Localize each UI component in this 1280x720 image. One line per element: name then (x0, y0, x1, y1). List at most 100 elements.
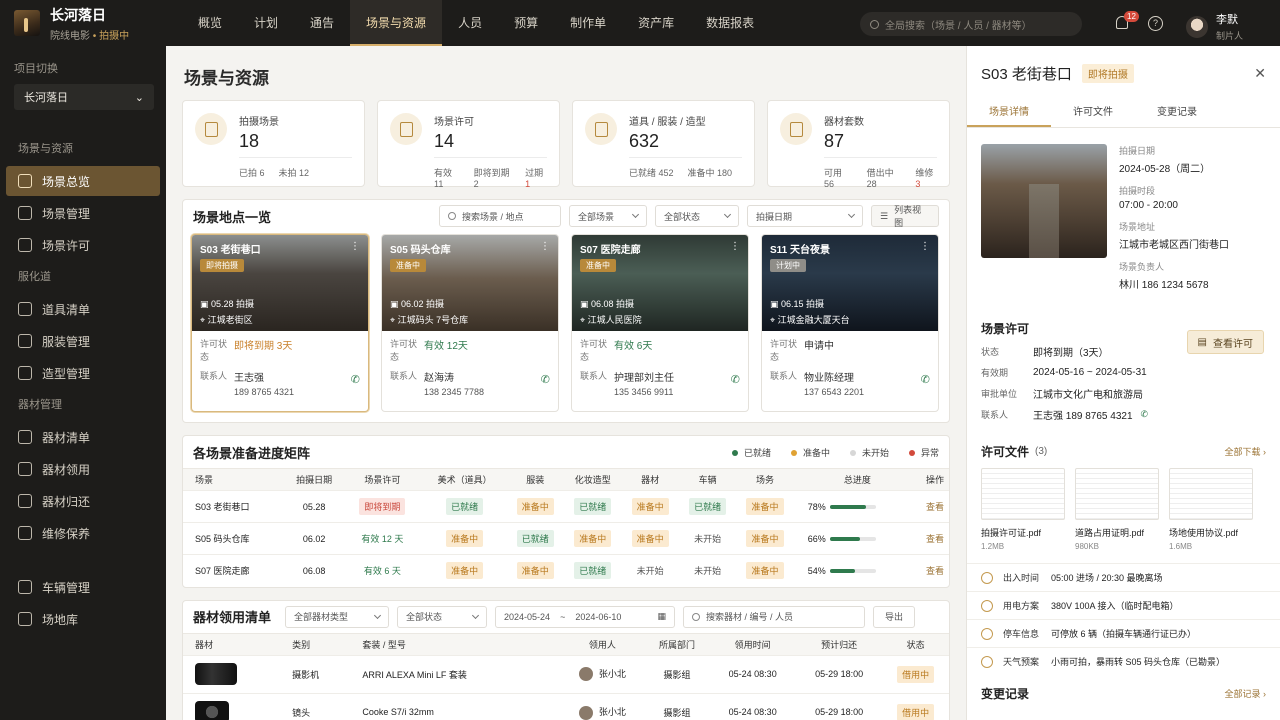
list-view-button[interactable]: ☰ 列表视图 (871, 205, 939, 228)
more-icon[interactable]: ⋮ (730, 241, 740, 252)
top-tab[interactable]: 资产库 (622, 0, 690, 46)
scene-search-input[interactable]: 搜索场景 / 地点 (439, 205, 561, 227)
location-address: ⌖ 江城金融大厦天台 (770, 315, 850, 325)
clock-icon (981, 571, 993, 584)
phone-icon[interactable]: ✆ (541, 373, 550, 386)
sidebar-item[interactable]: 场景总览 (6, 166, 160, 196)
top-tab[interactable]: 预算 (498, 0, 554, 46)
equipment-title: 器材领用清单 (193, 610, 272, 625)
detail-tab[interactable]: 变更记录 (1135, 100, 1219, 127)
table-row[interactable]: S05 码头仓库 06.02 有效 12 天 准备中 已就绪 准备中 准备中 未开始 准备中 66… (183, 522, 949, 555)
table-row[interactable]: 镜头 Cooke S7/i 32mm 张小北 摄影组 05-24 08:30 05-29 … (183, 692, 949, 720)
date-filter-select[interactable]: 拍摄日期 (747, 205, 863, 227)
menu-icon (18, 334, 32, 348)
phone-icon[interactable]: ✆ (1141, 409, 1149, 420)
table-row[interactable]: S07 医院走廊 06.08 有效 6 天 准备中 准备中 已就绪 未开始 未开始 准备中 54%… (183, 554, 949, 587)
top-tab[interactable]: 概览 (182, 0, 238, 46)
status-pill: 准备中 (631, 530, 669, 547)
shoot-date: ▣ 05.28 拍摄 (200, 299, 255, 309)
sidebar-item[interactable]: 服装管理 (6, 326, 160, 356)
menu-icon (18, 366, 32, 380)
sidebar-item[interactable]: 道具清单 (6, 294, 160, 324)
shoot-date: ▣ 06.02 拍摄 (390, 299, 445, 309)
menu-icon (18, 302, 32, 316)
download-all-link[interactable]: 全部下载 › (1224, 445, 1266, 458)
status-pill: 准备中 (631, 498, 669, 515)
detail-status-tag: 即将拍摄 (1081, 63, 1134, 83)
equipment-type-select[interactable]: 全部器材类型 (285, 605, 390, 628)
calendar-icon: ▦ (657, 611, 667, 621)
dept-cell: 摄影组 (644, 692, 710, 720)
permit-field-label: 状态 (981, 347, 1000, 357)
borrower-name: 张小北 (598, 668, 626, 679)
more-icon[interactable]: ⋮ (920, 241, 930, 252)
sidebar-item[interactable]: 场景许可 (6, 230, 160, 260)
status-filter-select[interactable]: 全部状态 (655, 205, 739, 227)
info-row: 出入时间 05:00 进场 / 20:30 最晚离场 (967, 563, 1280, 591)
top-tab[interactable]: 人员 (442, 0, 498, 46)
sidebar-item[interactable]: 场地库 (6, 604, 160, 634)
close-icon[interactable]: ✕ (1254, 65, 1266, 82)
detail-tab[interactable]: 场景详情 (967, 100, 1051, 127)
help-icon[interactable]: ? (1148, 16, 1163, 31)
user-role: 制片人 (1216, 31, 1244, 41)
view-link[interactable]: 查看 (920, 554, 949, 587)
file-item[interactable]: 场地使用协议.pdf 1.6MB (1169, 468, 1253, 551)
document-icon: ▤ (1197, 336, 1207, 348)
view-permit-button[interactable]: ▤ 查看许可 (1186, 330, 1264, 354)
sidebar-item[interactable]: 场景管理 (6, 198, 160, 228)
global-search-input[interactable]: 全局搜索（场景 / 人员 / 器材等） (860, 12, 1082, 36)
stat-icon (195, 113, 227, 145)
permit-status: 即将到期 3天 (234, 341, 293, 352)
top-tab[interactable]: 制作单 (554, 0, 622, 46)
equipment-search-input[interactable]: 搜索器材 / 编号 / 人员 (683, 605, 866, 628)
sidebar-item[interactable]: 车辆管理 (6, 572, 160, 602)
detail-tab[interactable]: 许可文件 (1051, 100, 1135, 127)
top-tab[interactable]: 数据报表 (690, 0, 770, 46)
top-tab[interactable]: 计划 (238, 0, 294, 46)
top-tab[interactable]: 场景与资源 (350, 0, 443, 46)
equipment-status-select[interactable]: 全部状态 (397, 605, 488, 628)
location-card[interactable]: S05 码头仓库 准备中 ⋮ ▣ 06.02 拍摄 ⌖ 江城码头 7号仓库 许可状态 有效 … (381, 234, 559, 412)
all-changes-link[interactable]: 全部记录 › (1224, 687, 1266, 700)
sidebar-item[interactable]: 器材领用 (6, 454, 160, 484)
scene-filter-select[interactable]: 全部场景 (569, 205, 647, 227)
location-card[interactable]: S11 天台夜景 计划中 ⋮ ▣ 06.15 拍摄 ⌖ 江城金融大厦天台 许可状态 申请中联… (761, 234, 939, 412)
phone-icon[interactable]: ✆ (351, 373, 360, 386)
file-item[interactable]: 拍摄许可证.pdf 1.2MB (981, 468, 1065, 551)
top-tab[interactable]: 通告 (294, 0, 350, 46)
export-button[interactable]: 导出 (873, 605, 916, 628)
sidebar-item[interactable]: 维修保养 (6, 518, 160, 548)
user-menu[interactable]: 李默 制片人 (1186, 11, 1243, 42)
table-row[interactable]: 摄影机 ARRI ALEXA Mini LF 套装 张小北 摄影组 05-24 08:3… (183, 654, 949, 693)
pin-icon: ⌖ (390, 315, 398, 325)
more-icon[interactable]: ⋮ (350, 241, 360, 252)
sidebar-item[interactable]: 器材清单 (6, 422, 160, 452)
sidebar-item-label: 器材领用 (42, 462, 91, 477)
menu-icon (18, 462, 32, 476)
permit-field-label: 联系人 (981, 410, 1009, 420)
status-pill: 已就绪 (446, 498, 484, 515)
location-card[interactable]: S07 医院走廊 准备中 ⋮ ▣ 06.08 拍摄 ⌖ 江城人民医院 许可状态 有效 6天联… (571, 234, 749, 412)
table-row[interactable]: S03 老街巷口 05.28 即将到期 已就绪 准备中 已就绪 准备中 已就绪 准备中 78% 查看 (183, 490, 949, 523)
date-range-picker[interactable]: 2024-05-24 ~2024-06-10 ▦ (495, 605, 676, 628)
matrix-title: 各场景准备进度矩阵 (193, 445, 311, 461)
file-item[interactable]: 道路占用证明.pdf 980KB (1075, 468, 1159, 551)
sidebar-item[interactable]: 器材归还 (6, 486, 160, 516)
sidebar-item[interactable]: 造型管理 (6, 358, 160, 388)
more-icon[interactable]: ⋮ (540, 241, 550, 252)
location-card[interactable]: S03 老街巷口 即将拍摄 ⋮ ▣ 05.28 拍摄 ⌖ 江城老街区 许可状态 即将到期 3… (191, 234, 369, 412)
view-link[interactable]: 查看 (920, 490, 949, 523)
phone-icon[interactable]: ✆ (921, 373, 930, 386)
return-time: 05-29 18:00 (795, 692, 883, 720)
project-select[interactable]: 长河落日 ⌄ (14, 84, 154, 110)
calendar-icon: ▣ (200, 299, 212, 309)
calendar-icon: ▣ (770, 299, 782, 309)
stat-sub: 未拍 12 (278, 168, 310, 178)
stat-icon (390, 113, 422, 145)
view-link[interactable]: 查看 (920, 522, 949, 555)
stat-sub: 有效 11 (434, 168, 453, 189)
phone-icon[interactable]: ✆ (731, 373, 740, 386)
location-status-tag: 计划中 (770, 259, 806, 272)
location-address: ⌖ 江城老街区 (200, 315, 253, 325)
